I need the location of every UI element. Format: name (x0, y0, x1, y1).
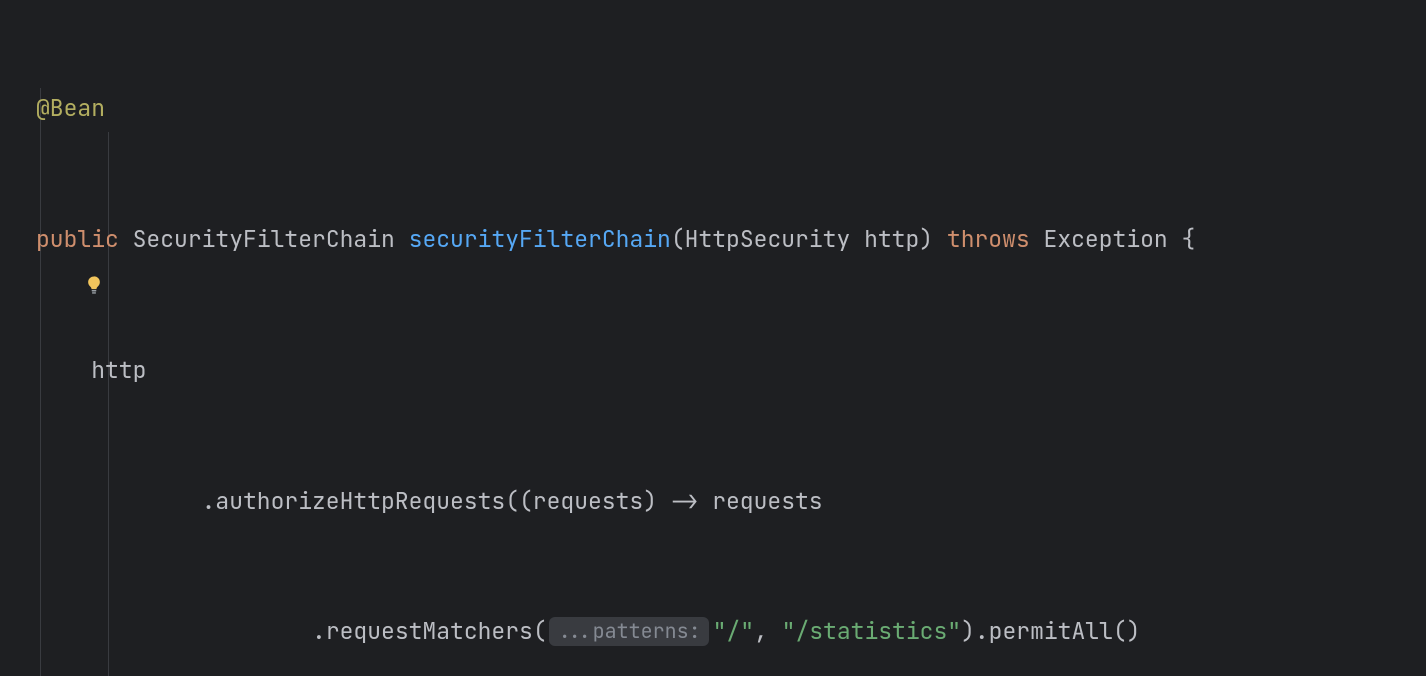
punct: ( (671, 224, 685, 254)
gutter (0, 0, 28, 676)
string-literal: "/" (713, 616, 754, 646)
comma: , (754, 616, 768, 646)
code-line[interactable]: http (28, 349, 1426, 393)
code-line[interactable]: .requestMatchers(...patterns:"/", "/stat… (28, 610, 1426, 654)
keyword-public: public (36, 224, 119, 254)
exception-type: Exception (1044, 224, 1168, 254)
code-line[interactable]: public SecurityFilterChain securityFilte… (28, 218, 1426, 262)
method-tail: ).permitAll() (961, 616, 1140, 646)
code-editor[interactable]: @Bean public SecurityFilterChain securit… (0, 0, 1426, 676)
method-call: .authorizeHttpRequests((requests) -> req… (202, 486, 823, 516)
annotation: @Bean (36, 93, 105, 123)
keyword-throws: throws (947, 224, 1030, 254)
return-type: SecurityFilterChain (133, 224, 395, 254)
identifier: http (91, 355, 146, 385)
code-line[interactable]: .authorizeHttpRequests((requests) -> req… (28, 480, 1426, 524)
param-type: HttpSecurity (685, 224, 851, 254)
code-area[interactable]: @Bean public SecurityFilterChain securit… (28, 0, 1426, 676)
method-name: securityFilterChain (409, 224, 671, 254)
param-name: http (864, 224, 919, 254)
intention-bulb-icon[interactable] (2, 225, 20, 249)
string-literal: "/statistics" (782, 616, 961, 646)
code-line[interactable]: @Bean (28, 87, 1426, 131)
punct: ) (919, 224, 933, 254)
brace-open: { (1182, 224, 1196, 254)
inlay-hint[interactable]: ...patterns: (549, 617, 709, 646)
method-call: .requestMatchers( (312, 616, 547, 646)
